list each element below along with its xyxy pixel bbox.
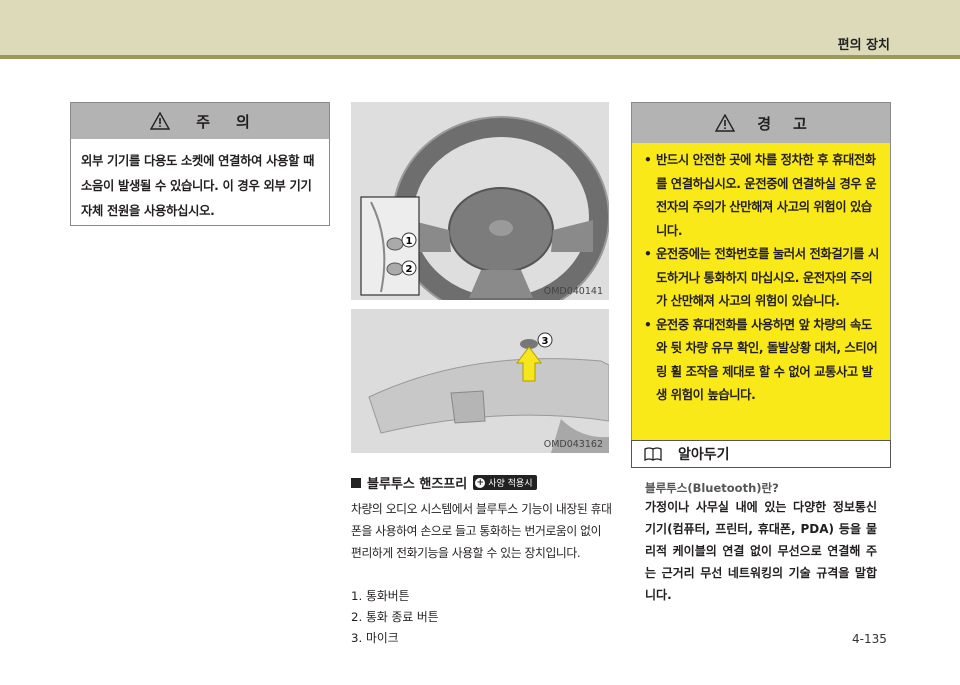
warning-triangle-icon — [715, 114, 736, 132]
headliner-illustration: 3 — [351, 309, 609, 453]
book-icon — [644, 447, 662, 461]
section-paragraph: 차량의 오디오 시스템에서 블루투스 기능이 내장된 휴대폰을 사용하여 손으로… — [351, 502, 612, 560]
page-number: 4-135 — [852, 632, 887, 646]
caution-title-b: 의 — [236, 112, 250, 131]
warning-title-b: 고 — [793, 114, 807, 133]
warning-list: 반드시 안전한 곳에 차를 정차한 후 휴대전화를 연결하십시오. 운전중에 연… — [632, 143, 890, 408]
warning-triangle-icon — [150, 112, 171, 130]
figure1-code: OMD040141 — [543, 286, 603, 297]
callout-1: 1 — [406, 236, 413, 247]
section-title: 블루투스 핸즈프리 — [367, 477, 468, 492]
callout-3: 3 — [542, 336, 549, 347]
note-text: 가정이나 사무실 내에 있는 다양한 정보통신 기기(컴퓨터, 프린터, 휴대폰… — [645, 500, 877, 602]
list-item: 2. 통화 종료 버튼 — [351, 610, 439, 624]
header-rule — [0, 55, 960, 59]
list-item: 1. 통화버튼 — [351, 589, 410, 603]
note-title: 알아두기 — [678, 447, 730, 463]
section-bullet-square — [351, 477, 361, 488]
caution-text: 외부 기기를 다용도 소켓에 연결하여 사용할 때 소음이 발생될 수 있습니다… — [81, 154, 315, 218]
warning-item: 운전중에는 전화번호를 눌러서 전화걸기를 시도하거나 통화하지 마십시오. 운… — [632, 243, 882, 314]
caution-box: 주 의 외부 기기를 다용도 소켓에 연결하여 사용할 때 소음이 발생될 수 … — [70, 102, 330, 226]
chapter-title: 편의 장치 — [837, 38, 890, 53]
warning-box: 경 고 반드시 안전한 곳에 차를 정차한 후 휴대전화를 연결하십시오. 운전… — [631, 102, 891, 452]
microphone-figure: 3 OMD043162 — [351, 309, 609, 453]
list-item: 3. 마이크 — [351, 631, 399, 645]
caution-header: 주 의 — [71, 103, 329, 139]
component-list: 1. 통화버튼 2. 통화 종료 버튼 3. 마이크 — [351, 586, 439, 649]
page-header — [0, 0, 960, 55]
plus-icon: + — [475, 477, 486, 488]
note-header: 알아두기 — [631, 440, 891, 468]
warning-item: 반드시 안전한 곳에 차를 정차한 후 휴대전화를 연결하십시오. 운전중에 연… — [632, 149, 882, 243]
section-heading: 블루투스 핸즈프리 + 사양 적용시 — [351, 473, 538, 492]
figure2-code: OMD043162 — [543, 439, 603, 450]
callout-2: 2 — [406, 264, 413, 275]
warning-item: 운전중 휴대전화를 사용하면 앞 차량의 속도와 뒷 차량 유무 확인, 돌발상… — [632, 314, 882, 408]
option-badge-label: 사양 적용시 — [488, 479, 533, 489]
warning-header: 경 고 — [632, 103, 890, 143]
note-question: 블루투스(Bluetooth)란? — [645, 481, 779, 495]
option-badge: + 사양 적용시 — [473, 475, 538, 490]
steering-wheel-illustration: 1 2 — [351, 102, 609, 300]
warning-title-a: 경 — [757, 114, 771, 133]
caution-title-a: 주 — [196, 112, 210, 131]
steering-wheel-figure: 1 2 OMD040141 — [351, 102, 609, 300]
